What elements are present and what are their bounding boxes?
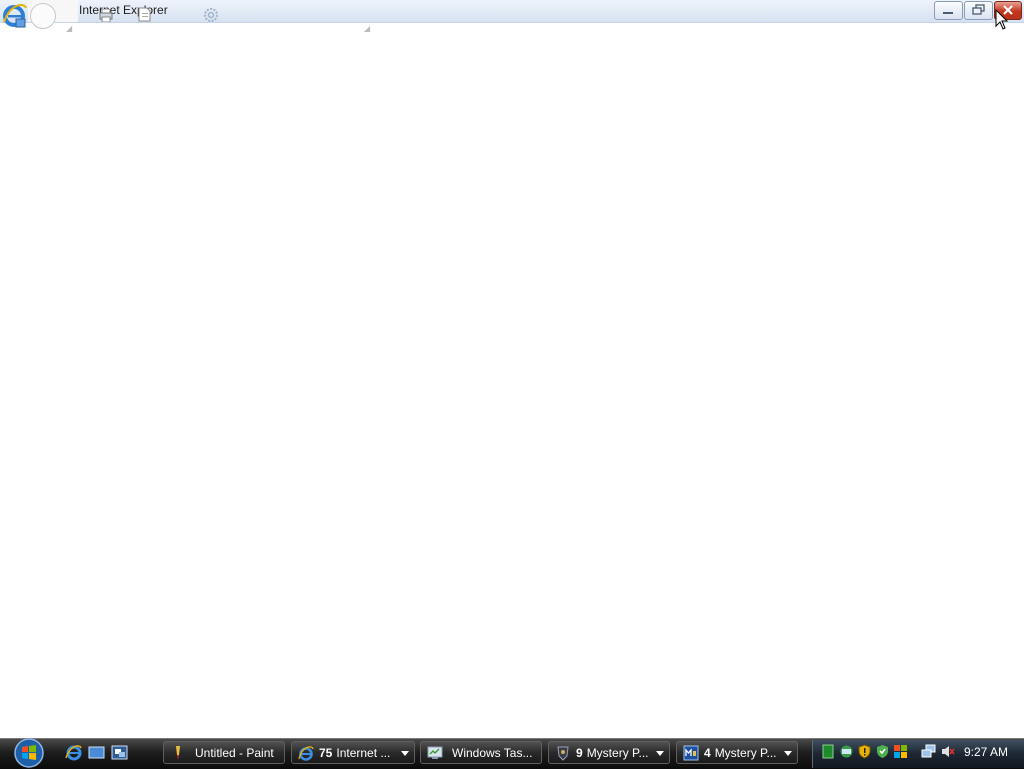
task-label: Untitled - Paint [195, 746, 274, 760]
group-menu-arrow-icon[interactable] [401, 751, 409, 756]
window-caption-buttons [934, 1, 1022, 20]
mouse-cursor-icon [995, 9, 1008, 30]
back-icon[interactable] [30, 3, 56, 29]
windows-flag-tray-icon[interactable] [893, 744, 908, 759]
taskbar-button-task-manager[interactable]: Windows Tas... [420, 741, 542, 764]
windows-update-icon[interactable] [875, 744, 890, 759]
page-icon[interactable] [138, 7, 151, 22]
browser-content-area[interactable] [0, 32, 1024, 737]
paint-icon [176, 746, 180, 760]
task-label: Mystery P... [714, 746, 777, 760]
switch-windows-icon[interactable] [111, 744, 128, 761]
system-clock[interactable]: 9:27 AM [964, 745, 1008, 759]
minimize-button[interactable] [934, 1, 963, 20]
ie-logo-icon [3, 4, 27, 28]
taskbar-button-internet-explorer[interactable]: 75 Internet ... [291, 741, 415, 764]
print-icon[interactable] [99, 9, 113, 22]
security-shield-icon[interactable] [857, 744, 872, 759]
windows-start-icon[interactable] [11, 736, 47, 768]
task-label: Mystery P... [586, 746, 649, 760]
group-menu-arrow-icon[interactable] [656, 751, 664, 756]
tools-gear-icon[interactable] [203, 7, 219, 23]
task-count: 75 [319, 746, 333, 760]
task-count: 9 [576, 746, 583, 760]
taskbar-button-paint[interactable]: Untitled - Paint [163, 741, 285, 764]
group-menu-arrow-icon[interactable] [784, 751, 792, 756]
mystery-game-icon [557, 746, 569, 761]
ie-icon [298, 746, 314, 761]
network-icon[interactable] [921, 744, 936, 759]
task-label: Windows Tas... [452, 746, 533, 760]
task-label: Internet ... [336, 746, 391, 760]
minimize-icon [943, 12, 953, 14]
green-app-icon[interactable] [821, 744, 836, 759]
show-desktop-icon[interactable] [88, 744, 105, 761]
task-count: 4 [704, 746, 711, 760]
ie-icon[interactable] [65, 744, 82, 761]
volume-muted-icon[interactable] [940, 744, 955, 759]
restore-icon [972, 4, 985, 15]
network-sharing-icon[interactable] [839, 744, 854, 759]
mystery-mp-icon [683, 745, 699, 761]
window-title: Internet Explorer [79, 3, 168, 17]
restore-button[interactable] [964, 1, 993, 20]
task-manager-icon [427, 746, 443, 759]
window-title-bar[interactable]: Internet Explorer [0, 0, 1024, 29]
taskbar-button-mystery-game[interactable]: 9 Mystery P... [548, 741, 670, 764]
taskbar-button-mystery-mp[interactable]: 4 Mystery P... [676, 741, 798, 764]
